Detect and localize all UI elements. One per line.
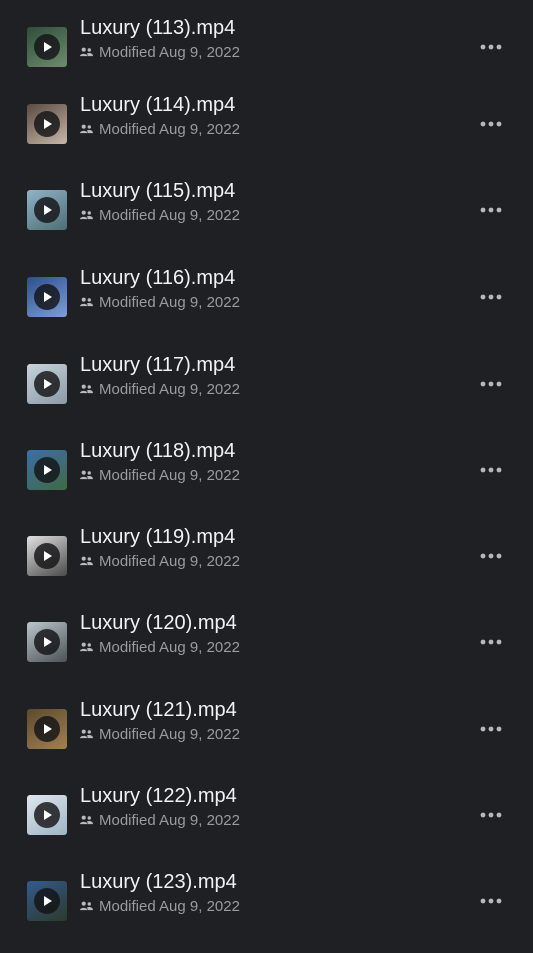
video-thumbnail[interactable] (27, 622, 67, 662)
file-row[interactable]: Luxury (116).mp4 Modified Aug 9, 2022 (0, 267, 533, 363)
play-icon (34, 34, 60, 60)
play-icon (34, 197, 60, 223)
video-thumbnail[interactable] (27, 190, 67, 230)
more-options-button[interactable] (478, 546, 504, 566)
modified-date: Modified Aug 9, 2022 (99, 466, 240, 484)
more-horizontal-icon (480, 639, 502, 645)
people-icon (80, 556, 93, 566)
modified-date: Modified Aug 9, 2022 (99, 293, 240, 311)
more-options-button[interactable] (478, 374, 504, 394)
file-meta: Modified Aug 9, 2022 (80, 465, 240, 485)
video-thumbnail[interactable] (27, 104, 67, 144)
people-icon (80, 384, 93, 394)
play-icon (34, 111, 60, 137)
more-options-button[interactable] (478, 287, 504, 307)
more-horizontal-icon (480, 381, 502, 387)
video-thumbnail[interactable] (27, 364, 67, 404)
modified-date: Modified Aug 9, 2022 (99, 552, 240, 570)
file-meta: Modified Aug 9, 2022 (80, 896, 240, 916)
file-row[interactable]: Luxury (120).mp4 Modified Aug 9, 2022 (0, 612, 533, 708)
more-options-button[interactable] (478, 460, 504, 480)
people-icon (80, 470, 93, 480)
more-options-button[interactable] (478, 719, 504, 739)
modified-date: Modified Aug 9, 2022 (99, 725, 240, 743)
people-icon (80, 124, 93, 134)
file-name: Luxury (117).mp4 (80, 354, 236, 376)
more-horizontal-icon (480, 467, 502, 473)
file-meta: Modified Aug 9, 2022 (80, 292, 240, 312)
file-row[interactable]: Luxury (115).mp4 Modified Aug 9, 2022 (0, 180, 533, 276)
file-meta: Modified Aug 9, 2022 (80, 119, 240, 139)
file-name: Luxury (113).mp4 (80, 17, 236, 39)
video-thumbnail[interactable] (27, 881, 67, 921)
people-icon (80, 210, 93, 220)
video-thumbnail[interactable] (27, 536, 67, 576)
play-icon (34, 543, 60, 569)
file-name: Luxury (122).mp4 (80, 785, 237, 807)
modified-date: Modified Aug 9, 2022 (99, 43, 240, 61)
people-icon (80, 297, 93, 307)
file-meta: Modified Aug 9, 2022 (80, 551, 240, 571)
more-horizontal-icon (480, 553, 502, 559)
more-horizontal-icon (480, 44, 502, 50)
file-meta: Modified Aug 9, 2022 (80, 724, 240, 744)
file-meta: Modified Aug 9, 2022 (80, 810, 240, 830)
video-thumbnail[interactable] (27, 795, 67, 835)
play-icon (34, 629, 60, 655)
people-icon (80, 901, 93, 911)
play-icon (34, 284, 60, 310)
modified-date: Modified Aug 9, 2022 (99, 120, 240, 138)
file-name: Luxury (114).mp4 (80, 94, 236, 116)
more-horizontal-icon (480, 898, 502, 904)
more-options-button[interactable] (478, 200, 504, 220)
people-icon (80, 729, 93, 739)
people-icon (80, 47, 93, 57)
file-meta: Modified Aug 9, 2022 (80, 42, 240, 62)
play-icon (34, 888, 60, 914)
file-row[interactable]: Luxury (123).mp4 Modified Aug 9, 2022 (0, 871, 533, 953)
video-thumbnail[interactable] (27, 27, 67, 67)
file-name: Luxury (121).mp4 (80, 699, 237, 721)
more-horizontal-icon (480, 294, 502, 300)
video-thumbnail[interactable] (27, 709, 67, 749)
file-name: Luxury (123).mp4 (80, 871, 237, 893)
file-name: Luxury (119).mp4 (80, 526, 236, 548)
people-icon (80, 815, 93, 825)
more-horizontal-icon (480, 121, 502, 127)
video-thumbnail[interactable] (27, 277, 67, 317)
play-icon (34, 371, 60, 397)
file-meta: Modified Aug 9, 2022 (80, 379, 240, 399)
modified-date: Modified Aug 9, 2022 (99, 897, 240, 915)
modified-date: Modified Aug 9, 2022 (99, 380, 240, 398)
more-options-button[interactable] (478, 37, 504, 57)
more-horizontal-icon (480, 812, 502, 818)
file-name: Luxury (116).mp4 (80, 267, 236, 289)
file-name: Luxury (115).mp4 (80, 180, 236, 202)
modified-date: Modified Aug 9, 2022 (99, 206, 240, 224)
more-options-button[interactable] (478, 891, 504, 911)
more-options-button[interactable] (478, 114, 504, 134)
file-name: Luxury (120).mp4 (80, 612, 237, 634)
video-thumbnail[interactable] (27, 450, 67, 490)
file-list: Luxury (113).mp4 Modified Aug 9, 2022 Lu… (0, 0, 533, 953)
modified-date: Modified Aug 9, 2022 (99, 811, 240, 829)
more-horizontal-icon (480, 726, 502, 732)
people-icon (80, 642, 93, 652)
modified-date: Modified Aug 9, 2022 (99, 638, 240, 656)
play-icon (34, 716, 60, 742)
play-icon (34, 457, 60, 483)
more-options-button[interactable] (478, 805, 504, 825)
more-horizontal-icon (480, 207, 502, 213)
file-meta: Modified Aug 9, 2022 (80, 637, 240, 657)
play-icon (34, 802, 60, 828)
file-name: Luxury (118).mp4 (80, 440, 236, 462)
file-meta: Modified Aug 9, 2022 (80, 205, 240, 225)
more-options-button[interactable] (478, 632, 504, 652)
